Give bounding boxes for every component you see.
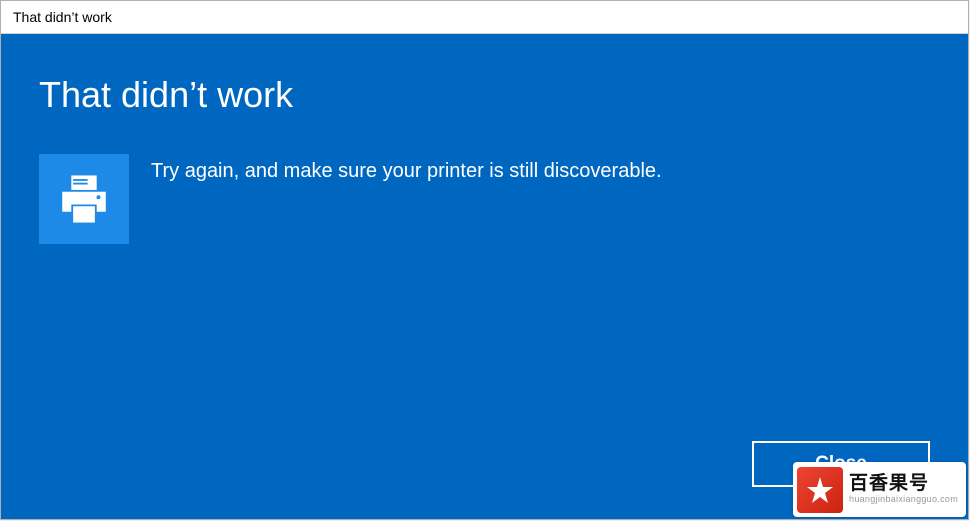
watermark-icon bbox=[797, 467, 843, 513]
dialog-message: Try again, and make sure your printer is… bbox=[151, 154, 662, 183]
watermark-text: 百香果号 huangjinbaixiangguo.com bbox=[849, 474, 958, 505]
dialog-heading: That didn’t work bbox=[39, 74, 930, 116]
watermark-main: 百香果号 bbox=[849, 474, 958, 495]
watermark-sub: huangjinbaixiangguo.com bbox=[849, 495, 958, 505]
printer-icon-svg bbox=[55, 170, 113, 228]
window-title: That didn’t work bbox=[13, 9, 112, 25]
watermark: 百香果号 huangjinbaixiangguo.com bbox=[793, 462, 966, 517]
titlebar[interactable]: That didn’t work bbox=[1, 1, 968, 34]
dialog-content: That didn’t work Try again, and make sur… bbox=[1, 34, 968, 519]
dialog-window: That didn’t work That didn’t work Try ag… bbox=[0, 0, 969, 520]
printer-icon bbox=[39, 154, 129, 244]
dialog-body: Try again, and make sure your printer is… bbox=[39, 154, 930, 244]
